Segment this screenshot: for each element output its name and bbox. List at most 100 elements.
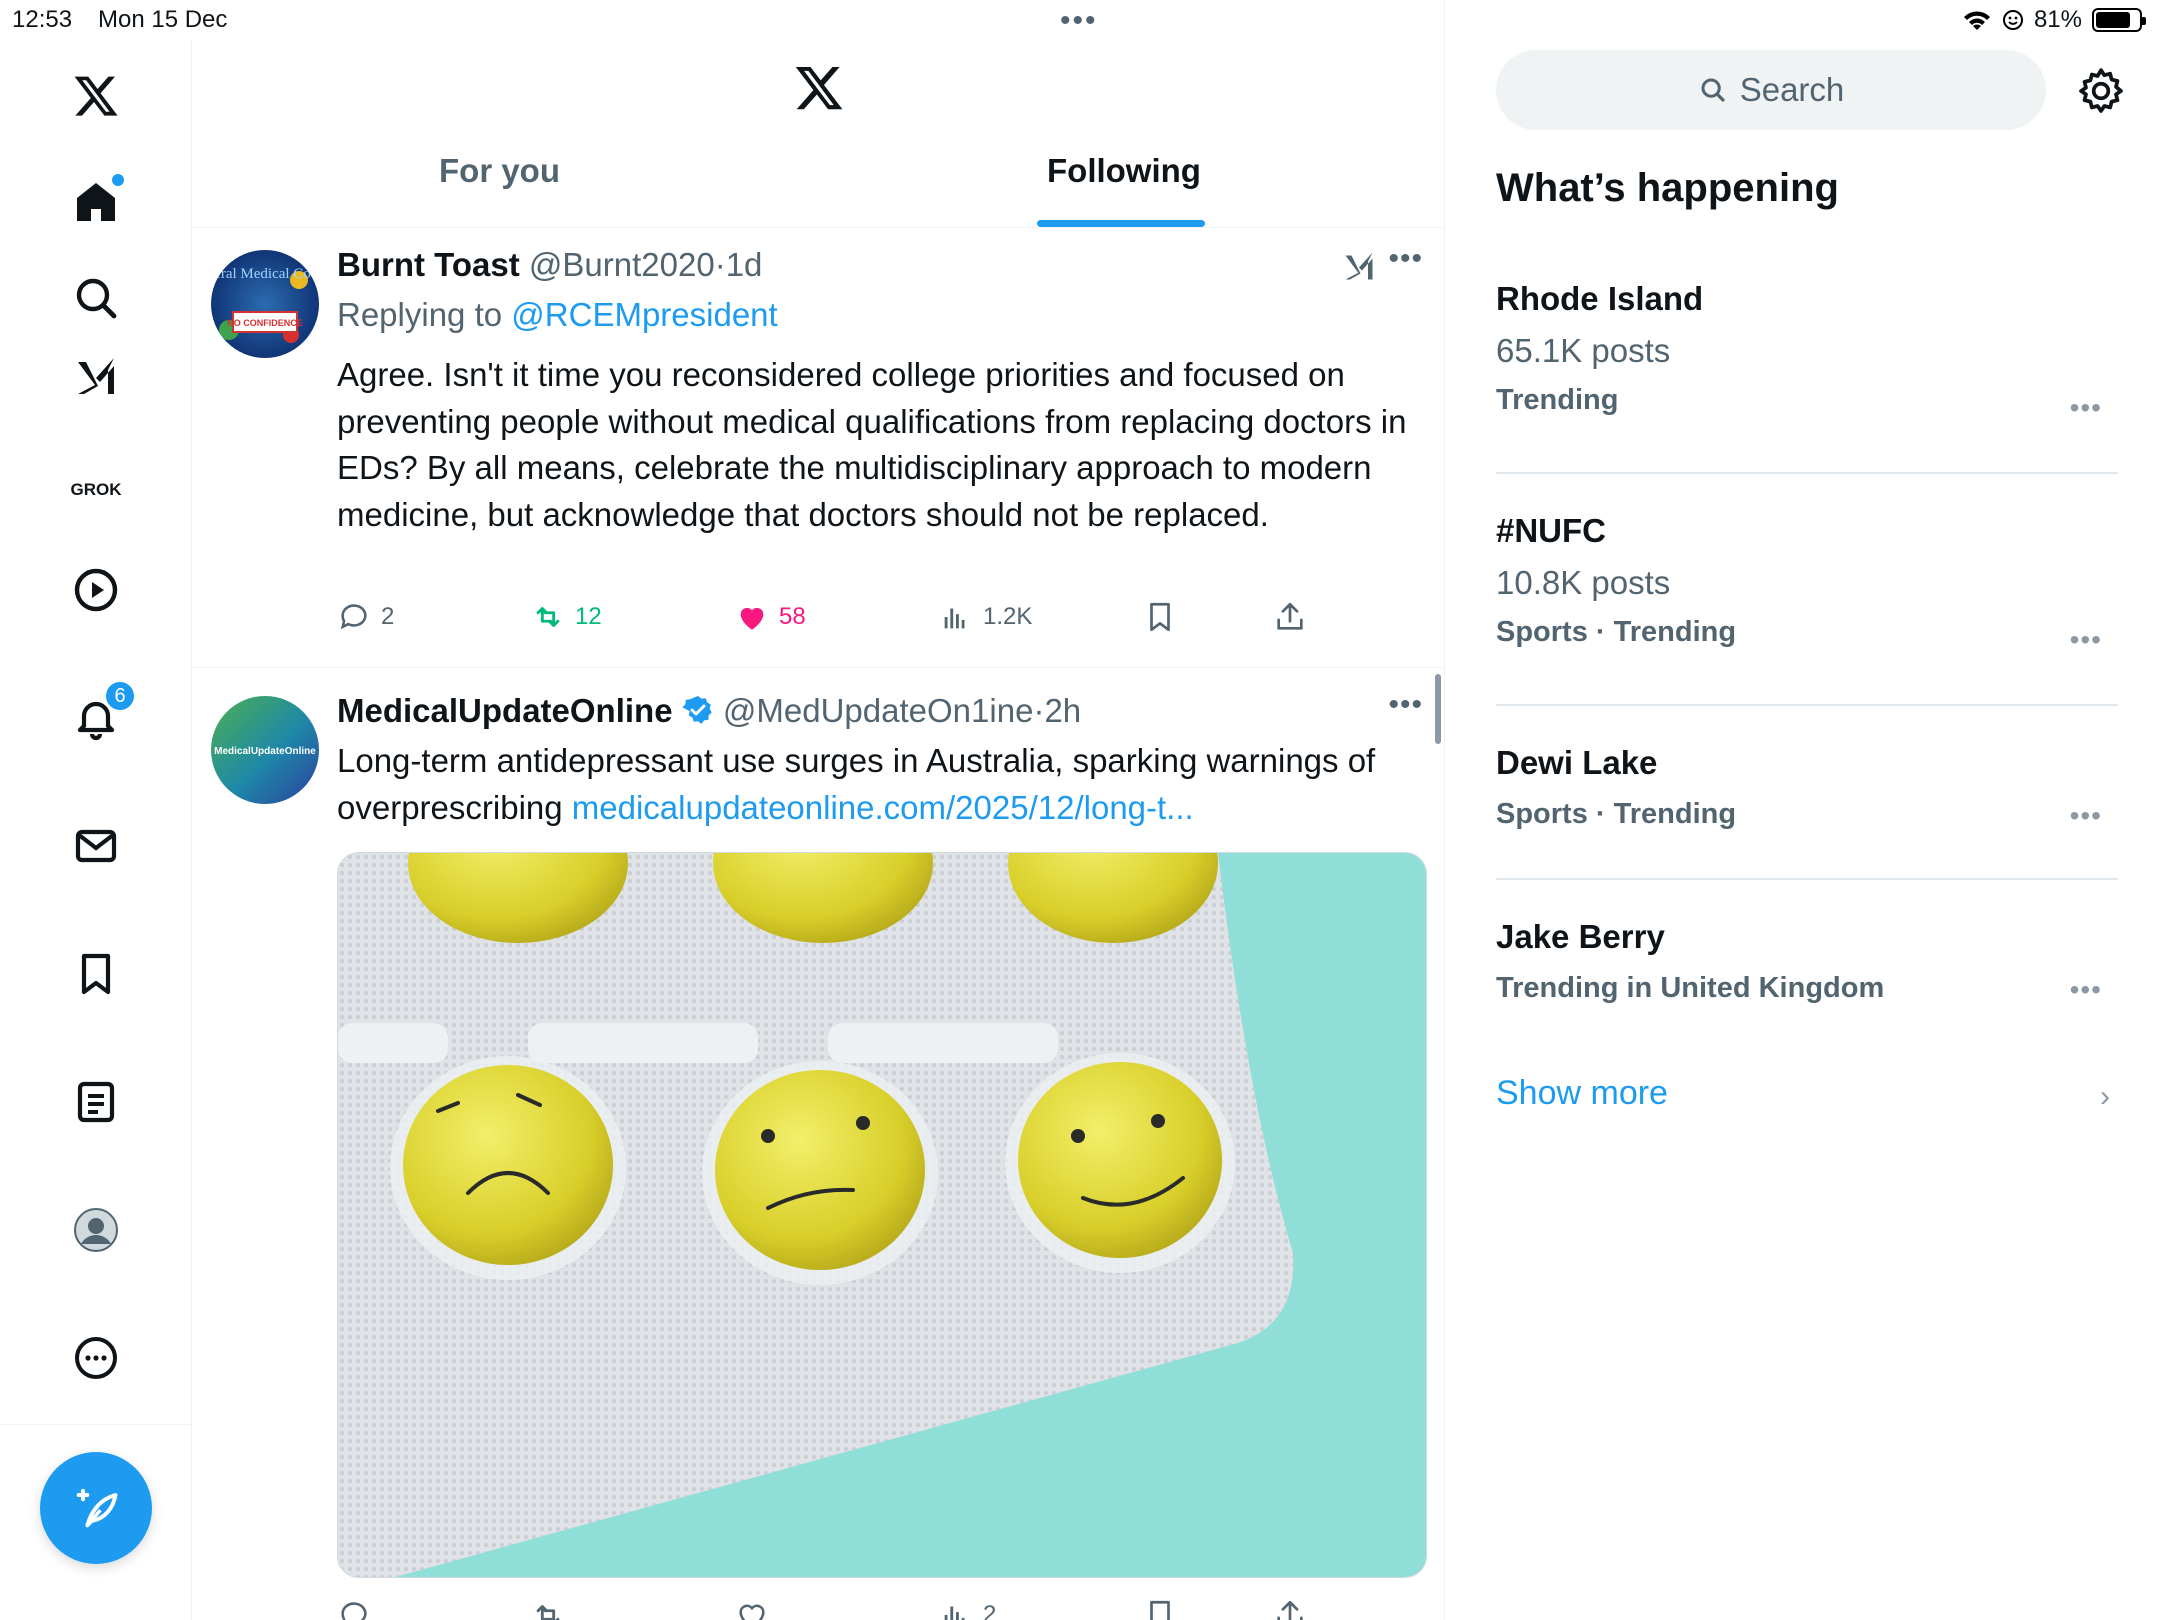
replying-prefix: Replying to bbox=[337, 296, 503, 333]
views-button[interactable]: 1.2K bbox=[939, 600, 1032, 634]
home-icon bbox=[77, 183, 115, 221]
reply-button[interactable] bbox=[337, 1598, 381, 1620]
notifications-badge: 6 bbox=[104, 680, 136, 712]
compose-button[interactable] bbox=[40, 1452, 152, 1564]
trend-divider bbox=[1496, 472, 2118, 474]
trend-divider bbox=[1496, 878, 2118, 880]
nav-lists[interactable] bbox=[60, 1066, 132, 1138]
author-name[interactable]: MedicalUpdateOnline bbox=[337, 692, 673, 729]
like-button[interactable] bbox=[735, 1598, 779, 1620]
avatar-logo-text: MedicalUpdateOnline bbox=[214, 746, 316, 757]
trend-item[interactable]: Jake Berry Trending in United Kingdom ••… bbox=[1496, 918, 2118, 1005]
repost-count: 12 bbox=[575, 603, 602, 630]
trend-context: Sports · Trending bbox=[1496, 798, 1737, 830]
heart-icon bbox=[739, 1604, 765, 1620]
profile-icon bbox=[74, 1208, 118, 1252]
verified-badge-icon bbox=[682, 696, 712, 724]
share-button[interactable] bbox=[1273, 1598, 1307, 1620]
nav-notifications[interactable]: 6 bbox=[60, 680, 136, 754]
trend-posts: 65.1K posts bbox=[1496, 332, 1671, 369]
bookmark-icon bbox=[81, 953, 111, 995]
trend-item[interactable]: Dewi Lake Sports · Trending ••• bbox=[1496, 744, 2118, 831]
x-logo-svg bbox=[74, 76, 118, 116]
trend-more-icon[interactable]: ••• bbox=[2070, 974, 2102, 1006]
status-time: 12:53 bbox=[12, 6, 73, 33]
trend-more-icon[interactable]: ••• bbox=[2070, 392, 2102, 424]
repost-button[interactable] bbox=[531, 1598, 575, 1620]
tweet-header: Burnt Toast @Burnt2020·1d bbox=[337, 246, 762, 284]
avatar[interactable]: MedicalUpdateOnline bbox=[211, 696, 319, 804]
avatar-image: MedicalUpdateOnline bbox=[211, 696, 319, 804]
avatar[interactable]: General Medical Council NO CONFIDENCE bbox=[211, 250, 319, 358]
left-navigation: GROK 6 bbox=[0, 40, 192, 1620]
tweet-actions: 2 bbox=[337, 1598, 1337, 1620]
nav-home[interactable] bbox=[60, 166, 132, 238]
tweet-more-icon[interactable]: ••• bbox=[1388, 242, 1423, 276]
timeline-scrollbar[interactable] bbox=[1435, 674, 1441, 744]
gear-icon[interactable] bbox=[2076, 66, 2126, 116]
timeline-header: For you Following bbox=[193, 40, 1444, 228]
tweet-media-image[interactable] bbox=[337, 852, 1427, 1578]
show-more-link[interactable]: Show more bbox=[1496, 1074, 1668, 1113]
author-handle[interactable]: @MedUpdateOn1ine bbox=[723, 692, 1034, 729]
tab-for-you[interactable]: For you bbox=[439, 152, 560, 190]
author-handle[interactable]: @Burnt2020 bbox=[529, 246, 715, 283]
tab-following[interactable]: Following bbox=[1047, 152, 1201, 190]
repost-button[interactable]: 12 bbox=[531, 600, 602, 634]
nav-video[interactable] bbox=[60, 554, 132, 626]
repost-icon bbox=[536, 607, 560, 627]
grok-icon bbox=[78, 358, 114, 394]
timeline-column: For you Following General Medical Counci… bbox=[193, 0, 1445, 1620]
mail-icon bbox=[75, 829, 117, 863]
grok-icon[interactable] bbox=[1341, 248, 1377, 284]
trend-item[interactable]: #NUFC 10.8K posts Sports · Trending ••• bbox=[1496, 512, 2118, 655]
share-icon bbox=[1277, 1600, 1303, 1620]
trend-item[interactable]: Rhode Island 65.1K posts Trending ••• bbox=[1496, 280, 2118, 423]
like-button[interactable]: 58 bbox=[735, 600, 806, 634]
bookmark-button[interactable] bbox=[1143, 1598, 1177, 1620]
author-name[interactable]: Burnt Toast bbox=[337, 246, 520, 283]
x-logo-icon[interactable] bbox=[60, 60, 132, 132]
search-placeholder: Search bbox=[1739, 71, 1845, 108]
view-count: 1.2K bbox=[983, 603, 1033, 630]
like-count: 58 bbox=[779, 603, 806, 630]
avatar-stamp-text: NO CONFIDENCE bbox=[227, 318, 303, 328]
right-sidebar: Search What’s happening Rhode Island 65.… bbox=[1446, 0, 2160, 1620]
replying-to: Replying to @RCEMpresident bbox=[337, 296, 778, 334]
nav-profile[interactable] bbox=[60, 1194, 132, 1266]
search-icon bbox=[1701, 78, 1725, 102]
time-separator: · bbox=[1033, 692, 1045, 729]
trend-name: Jake Berry bbox=[1496, 918, 1665, 955]
share-button[interactable] bbox=[1273, 600, 1307, 634]
chevron-right-icon[interactable]: › bbox=[2100, 1080, 2110, 1114]
trend-name: Rhode Island bbox=[1496, 280, 1704, 317]
tweet-header: MedicalUpdateOnline @MedUpdateOn1ine·2h bbox=[337, 692, 1081, 730]
views-button[interactable]: 2 bbox=[939, 1598, 996, 1620]
trend-context: Sports · Trending bbox=[1496, 616, 1737, 648]
replying-to-link[interactable]: @RCEMpresident bbox=[511, 296, 777, 333]
x-logo-icon[interactable] bbox=[793, 62, 845, 114]
time-separator: · bbox=[714, 246, 726, 283]
more-icon bbox=[75, 1337, 117, 1379]
bookmark-button[interactable] bbox=[1143, 600, 1177, 634]
reply-button[interactable]: 2 bbox=[337, 600, 394, 634]
nav-explore[interactable] bbox=[60, 262, 132, 334]
reply-icon bbox=[340, 604, 367, 630]
compose-icon bbox=[76, 1488, 118, 1528]
tweet-time[interactable]: 1d bbox=[726, 246, 763, 283]
share-icon bbox=[1277, 602, 1303, 630]
search-icon bbox=[76, 278, 117, 319]
trend-more-icon[interactable]: ••• bbox=[2070, 800, 2102, 832]
nav-bookmarks[interactable] bbox=[60, 938, 132, 1010]
nav-grok[interactable] bbox=[60, 340, 132, 412]
trend-more-icon[interactable]: ••• bbox=[2070, 624, 2102, 656]
video-icon bbox=[74, 568, 118, 612]
tweet-link[interactable]: medicalupdateonline.com/2025/12/long-t..… bbox=[572, 789, 1194, 826]
home-unread-dot bbox=[112, 174, 124, 186]
tweet-time[interactable]: 2h bbox=[1044, 692, 1081, 729]
tweet-more-icon[interactable]: ••• bbox=[1388, 688, 1423, 722]
nav-more[interactable] bbox=[60, 1322, 132, 1394]
search-input[interactable]: Search bbox=[1496, 50, 2046, 130]
active-tab-indicator bbox=[1037, 220, 1205, 227]
nav-messages[interactable] bbox=[60, 810, 132, 882]
